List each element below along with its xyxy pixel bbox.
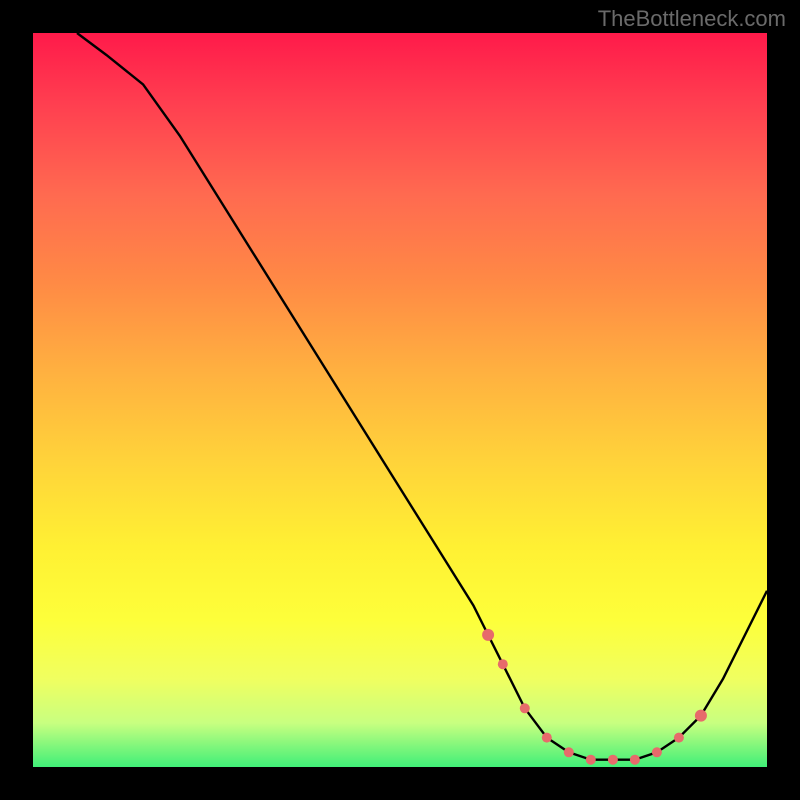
marker-point bbox=[520, 703, 530, 713]
marker-point bbox=[498, 659, 508, 669]
marker-point bbox=[482, 629, 494, 641]
marker-point bbox=[630, 755, 640, 765]
highlighted-range-markers bbox=[482, 629, 707, 765]
marker-point bbox=[564, 747, 574, 757]
chart-plot-area bbox=[33, 33, 767, 767]
chart-svg bbox=[33, 33, 767, 767]
marker-point bbox=[674, 733, 684, 743]
marker-point bbox=[652, 747, 662, 757]
bottleneck-curve bbox=[77, 33, 767, 760]
attribution-text: TheBottleneck.com bbox=[598, 6, 786, 32]
marker-point bbox=[608, 755, 618, 765]
marker-point bbox=[695, 710, 707, 722]
marker-point bbox=[586, 755, 596, 765]
marker-point bbox=[542, 733, 552, 743]
